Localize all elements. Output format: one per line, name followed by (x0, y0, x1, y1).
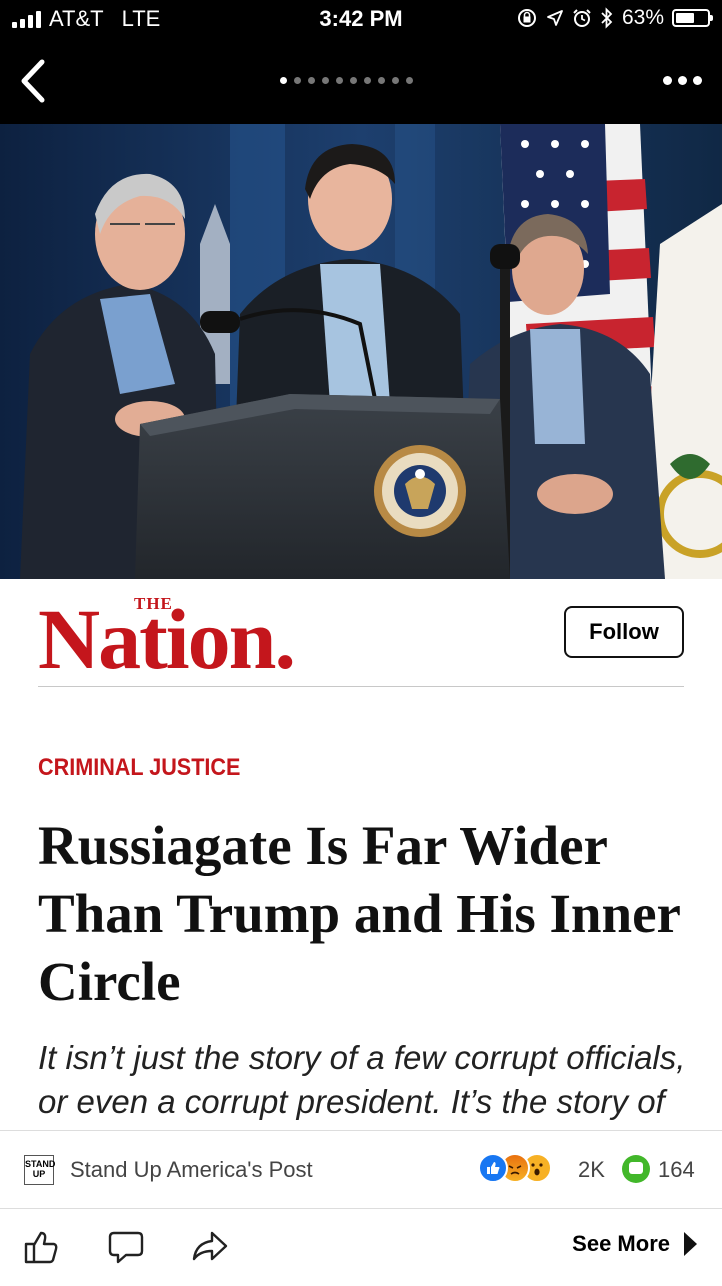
reaction-count[interactable]: 2K (578, 1157, 605, 1183)
publisher-header: Nation. THE Follow (38, 590, 684, 687)
alarm-icon (573, 9, 591, 27)
back-chevron-icon (21, 59, 45, 103)
post-info-bar: STAND UP Stand Up America's Post 2K 164 (0, 1130, 722, 1209)
share-button[interactable] (190, 1227, 230, 1267)
back-button[interactable] (14, 56, 58, 106)
page-dot (350, 77, 357, 84)
page-dot (406, 77, 413, 84)
page-dot (336, 77, 343, 84)
share-icon (192, 1231, 228, 1261)
article-hero-image[interactable] (0, 124, 722, 579)
comment-count-icon (622, 1155, 650, 1183)
page-dot (294, 77, 301, 84)
location-icon (547, 10, 563, 26)
like-reaction-icon (478, 1153, 508, 1183)
comment-count[interactable]: 164 (658, 1157, 695, 1183)
status-bar: AT&T LTE 3:42 PM 63% (0, 0, 722, 40)
bluetooth-icon (601, 7, 613, 29)
page-dot (378, 77, 385, 84)
publisher-logo[interactable]: Nation. THE (38, 590, 388, 682)
like-button[interactable] (22, 1227, 62, 1267)
page-dot (308, 77, 315, 84)
follow-button[interactable]: Follow (564, 606, 684, 658)
see-more-label: See More (572, 1231, 670, 1256)
reaction-icons[interactable] (478, 1153, 552, 1183)
hero-photo (0, 124, 722, 579)
rotation-lock-icon (517, 9, 536, 27)
page-avatar[interactable]: STAND UP (24, 1155, 55, 1185)
battery-percent: 63% (621, 6, 664, 29)
page-dot (280, 77, 287, 84)
comment-icon (108, 1231, 144, 1264)
play-arrow-icon (684, 1232, 697, 1256)
more-dots-icon (663, 75, 672, 85)
article-category[interactable]: CRIMINAL JUSTICE (38, 754, 240, 782)
article-headline: Russiagate Is Far Wider Than Trump and H… (38, 815, 680, 1012)
see-more-button[interactable]: See More (572, 1231, 698, 1257)
status-right: 63% (516, 6, 713, 30)
article-subheadline: It isn’t just the story of a few corrupt… (38, 1039, 686, 1132)
comment-button[interactable] (106, 1227, 146, 1267)
page-dot (392, 77, 399, 84)
more-options-button[interactable] (663, 70, 702, 90)
like-icon (24, 1231, 58, 1264)
page-dot (322, 77, 329, 84)
post-action-bar: See More (0, 1208, 722, 1286)
page-dot (364, 77, 371, 84)
article-nav-bar (0, 40, 722, 124)
logo-the: THE (134, 594, 173, 613)
post-page-name[interactable]: Stand Up America's Post (70, 1157, 313, 1183)
battery-icon (672, 9, 713, 27)
page-indicator (280, 77, 413, 84)
